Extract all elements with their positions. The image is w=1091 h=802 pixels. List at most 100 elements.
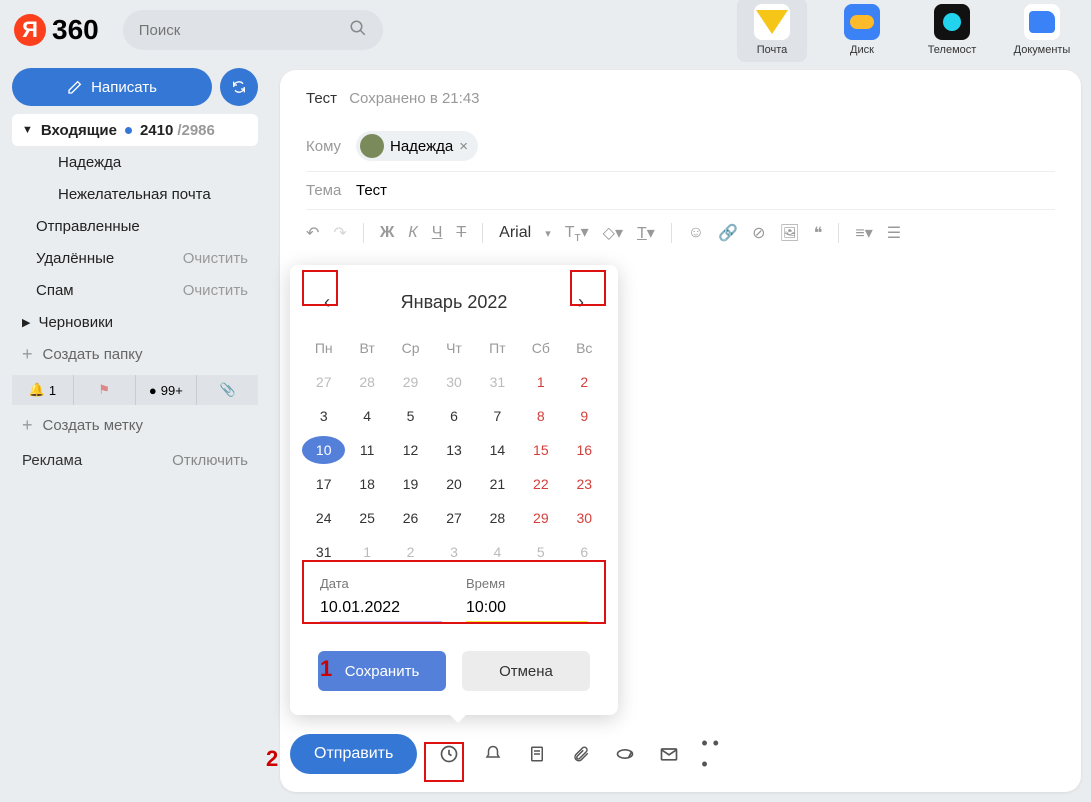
calendar-day[interactable]: 12: [389, 433, 432, 467]
calendar-day[interactable]: 27: [302, 365, 345, 399]
calendar-day[interactable]: 3: [302, 399, 345, 433]
font-size-button[interactable]: Tт▾: [565, 222, 589, 244]
picker-save-button[interactable]: Сохранить: [318, 651, 446, 691]
compose-actions: Отправить • • •: [290, 734, 725, 774]
compose-button[interactable]: Написать: [12, 68, 212, 106]
draft-title: Тест: [306, 90, 337, 107]
logo[interactable]: Я 360: [14, 14, 99, 46]
calendar-day[interactable]: 25: [345, 501, 388, 535]
emoji-icon[interactable]: ☺: [688, 224, 704, 242]
dow-label: Ср: [389, 331, 432, 365]
calendar-day[interactable]: 15: [519, 433, 562, 467]
clear-action[interactable]: Очистить: [183, 250, 248, 267]
calendar-day[interactable]: 28: [476, 501, 519, 535]
logo-text: 360: [52, 14, 99, 46]
folder-drafts[interactable]: ▶Черновики: [12, 306, 258, 338]
create-folder[interactable]: +Создать папку: [12, 338, 258, 371]
folder-sent[interactable]: Отправленные: [12, 210, 258, 242]
ad-disable[interactable]: Отключить: [172, 452, 248, 469]
folder-nadezhda[interactable]: Надежда: [12, 146, 258, 178]
calendar-day[interactable]: 19: [389, 467, 432, 501]
calendar-day[interactable]: 29: [519, 501, 562, 535]
calendar-day[interactable]: 16: [563, 433, 606, 467]
reminder-icon[interactable]: [481, 742, 505, 766]
badge-flag[interactable]: ⚑: [74, 375, 136, 405]
highlight-button[interactable]: T▾: [637, 223, 655, 243]
folder-spam[interactable]: СпамОчистить: [12, 274, 258, 306]
create-label-action[interactable]: +Создать метку: [12, 409, 258, 442]
badge-notifications[interactable]: 🔔1: [12, 375, 74, 405]
calendar-day[interactable]: 11: [345, 433, 388, 467]
calendar-day[interactable]: 13: [432, 433, 475, 467]
calendar-day[interactable]: 31: [476, 365, 519, 399]
more-icon[interactable]: • • •: [701, 742, 725, 766]
folder-deleted[interactable]: УдалённыеОчистить: [12, 242, 258, 274]
folder-junk[interactable]: Нежелательная почта: [12, 178, 258, 210]
app-disk[interactable]: Диск: [827, 0, 897, 62]
calendar-day[interactable]: 30: [563, 501, 606, 535]
calendar-day[interactable]: 30: [432, 365, 475, 399]
attach-disk-icon[interactable]: [613, 742, 637, 766]
refresh-button[interactable]: [220, 68, 258, 106]
calendar-day[interactable]: 10: [302, 433, 345, 467]
app-documents[interactable]: Документы: [1007, 0, 1077, 62]
calendar-day[interactable]: 2: [563, 365, 606, 399]
calendar-day[interactable]: 23: [563, 467, 606, 501]
badge-unread[interactable]: ●99+: [136, 375, 198, 405]
undo-icon[interactable]: ↶: [306, 223, 319, 243]
calendar-day[interactable]: 28: [345, 365, 388, 399]
app-mail[interactable]: Почта: [737, 0, 807, 62]
send-button[interactable]: Отправить: [290, 734, 417, 774]
font-color-button[interactable]: ◇▾: [603, 223, 623, 243]
font-select[interactable]: Arial: [499, 224, 531, 242]
link-icon[interactable]: 🔗: [718, 223, 738, 243]
redo-icon[interactable]: ↷: [333, 223, 346, 243]
close-icon[interactable]: ×: [459, 138, 468, 155]
image-icon[interactable]: 🖼: [779, 223, 799, 243]
calendar-day[interactable]: 14: [476, 433, 519, 467]
calendar-day[interactable]: 18: [345, 467, 388, 501]
search-box[interactable]: [123, 10, 383, 50]
calendar-day[interactable]: 9: [563, 399, 606, 433]
calendar-day[interactable]: 17: [302, 467, 345, 501]
calendar-day[interactable]: 24: [302, 501, 345, 535]
clear-action[interactable]: Очистить: [183, 282, 248, 299]
annotation-box: [424, 742, 464, 782]
strike-button[interactable]: Т: [456, 224, 466, 242]
calendar-day[interactable]: 7: [476, 399, 519, 433]
create-label-text: Создать метку: [43, 417, 143, 434]
bold-button[interactable]: Ж: [380, 224, 394, 242]
quote-icon[interactable]: ❝: [814, 223, 823, 243]
calendar-day[interactable]: 5: [389, 399, 432, 433]
calendar-day[interactable]: 8: [519, 399, 562, 433]
picker-cancel-button[interactable]: Отмена: [462, 651, 590, 691]
template-icon[interactable]: [525, 742, 549, 766]
calendar-day[interactable]: 26: [389, 501, 432, 535]
app-disk-label: Диск: [850, 44, 874, 56]
subject-value[interactable]: Тест: [356, 182, 387, 199]
yandex-logo-icon: Я: [14, 14, 46, 46]
calendar-day[interactable]: 1: [519, 365, 562, 399]
recipient-chip[interactable]: Надежда ×: [356, 131, 478, 161]
underline-button[interactable]: Ч: [432, 224, 443, 242]
app-telemost[interactable]: Телемост: [917, 0, 987, 62]
calendar-day[interactable]: 21: [476, 467, 519, 501]
search-icon[interactable]: [349, 19, 367, 42]
list-icon[interactable]: ☰: [887, 223, 901, 243]
calendar-day[interactable]: 22: [519, 467, 562, 501]
badge-attach[interactable]: 📎: [197, 375, 258, 405]
align-button[interactable]: ≡▾: [855, 223, 872, 243]
calendar-day[interactable]: 27: [432, 501, 475, 535]
search-input[interactable]: [139, 22, 349, 39]
calendar-day[interactable]: 4: [345, 399, 388, 433]
italic-button[interactable]: К: [408, 224, 417, 242]
folder-inbox[interactable]: ▼ Входящие 2410 /2986: [12, 114, 258, 146]
attach-icon[interactable]: [569, 742, 593, 766]
chevron-down-icon[interactable]: ▾: [545, 227, 551, 240]
calendar-day[interactable]: 6: [432, 399, 475, 433]
calendar-day[interactable]: 29: [389, 365, 432, 399]
unread-icon[interactable]: [657, 742, 681, 766]
calendar-day[interactable]: 20: [432, 467, 475, 501]
unlink-icon[interactable]: ⊘: [752, 223, 765, 243]
inbox-unread: 2410: [140, 122, 173, 139]
